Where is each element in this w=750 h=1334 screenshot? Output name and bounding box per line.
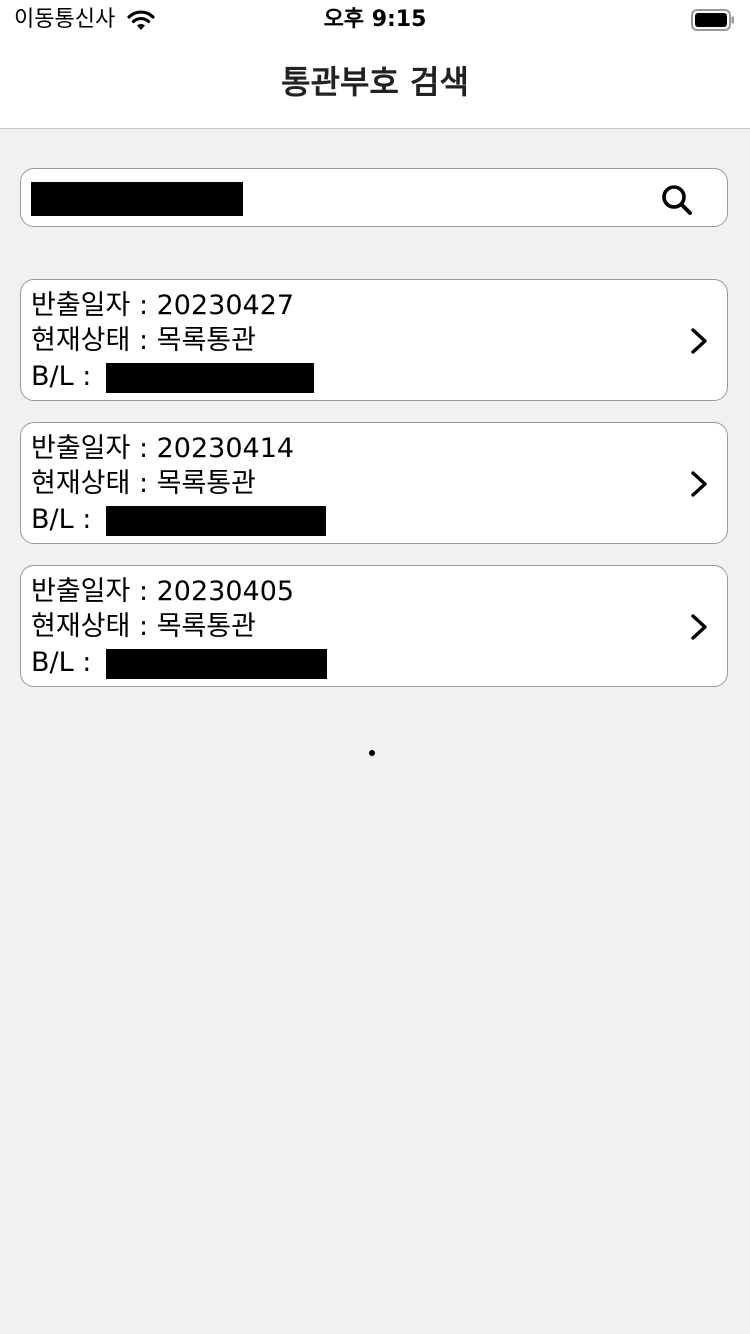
result-card[interactable]: 반출일자 : 20230427 현재상태 : 목록통관 B/L : xyxy=(20,279,728,401)
bl-value xyxy=(105,505,326,536)
status-label: 현재상태 : xyxy=(31,468,157,499)
bl-line: B/L : xyxy=(31,503,326,537)
search-box[interactable] xyxy=(20,168,728,227)
bl-value xyxy=(105,648,327,679)
search-input[interactable] xyxy=(31,182,243,216)
chevron-right-icon xyxy=(691,328,707,354)
result-card[interactable]: 반출일자 : 20230414 현재상태 : 목록통관 B/L : xyxy=(20,422,728,544)
bl-label: B/L : xyxy=(31,647,100,678)
battery-icon xyxy=(691,9,734,31)
status-label: 현재상태 : xyxy=(31,611,157,642)
bl-value xyxy=(105,362,314,393)
release-date-line: 반출일자 : 20230427 xyxy=(31,289,294,323)
release-date-value: 20230405 xyxy=(156,576,295,607)
status-time: 오후 9:15 xyxy=(323,7,427,32)
release-date-label: 반출일자 : xyxy=(31,290,157,321)
release-date-label: 반출일자 : xyxy=(31,576,157,607)
status-line: 현재상태 : 목록통관 xyxy=(31,467,256,501)
loading-indicator xyxy=(369,750,375,756)
search-icon[interactable] xyxy=(659,182,695,218)
status-label: 현재상태 : xyxy=(31,325,157,356)
release-date-label: 반출일자 : xyxy=(31,433,157,464)
status-value: 목록통관 xyxy=(156,325,256,356)
status-line: 현재상태 : 목록통관 xyxy=(31,610,256,644)
result-card[interactable]: 반출일자 : 20230405 현재상태 : 목록통관 B/L : xyxy=(20,565,728,687)
chevron-right-icon xyxy=(691,614,707,640)
status-line: 현재상태 : 목록통관 xyxy=(31,324,256,358)
release-date-value: 20230427 xyxy=(156,290,295,321)
page-title: 통관부호 검색 xyxy=(281,63,469,101)
release-date-line: 반출일자 : 20230405 xyxy=(31,575,294,609)
bl-line: B/L : xyxy=(31,360,314,394)
status-bar: 이동통신사 오후 9:15 xyxy=(0,0,750,40)
bl-label: B/L : xyxy=(31,504,100,535)
bl-label: B/L : xyxy=(31,361,100,392)
status-value: 목록통관 xyxy=(156,468,256,499)
status-value: 목록통관 xyxy=(156,611,256,642)
release-date-line: 반출일자 : 20230414 xyxy=(31,432,294,466)
chevron-right-icon xyxy=(691,471,707,497)
release-date-value: 20230414 xyxy=(156,433,295,464)
bl-line: B/L : xyxy=(31,646,327,680)
navigation-bar: 통관부호 검색 xyxy=(0,40,750,129)
